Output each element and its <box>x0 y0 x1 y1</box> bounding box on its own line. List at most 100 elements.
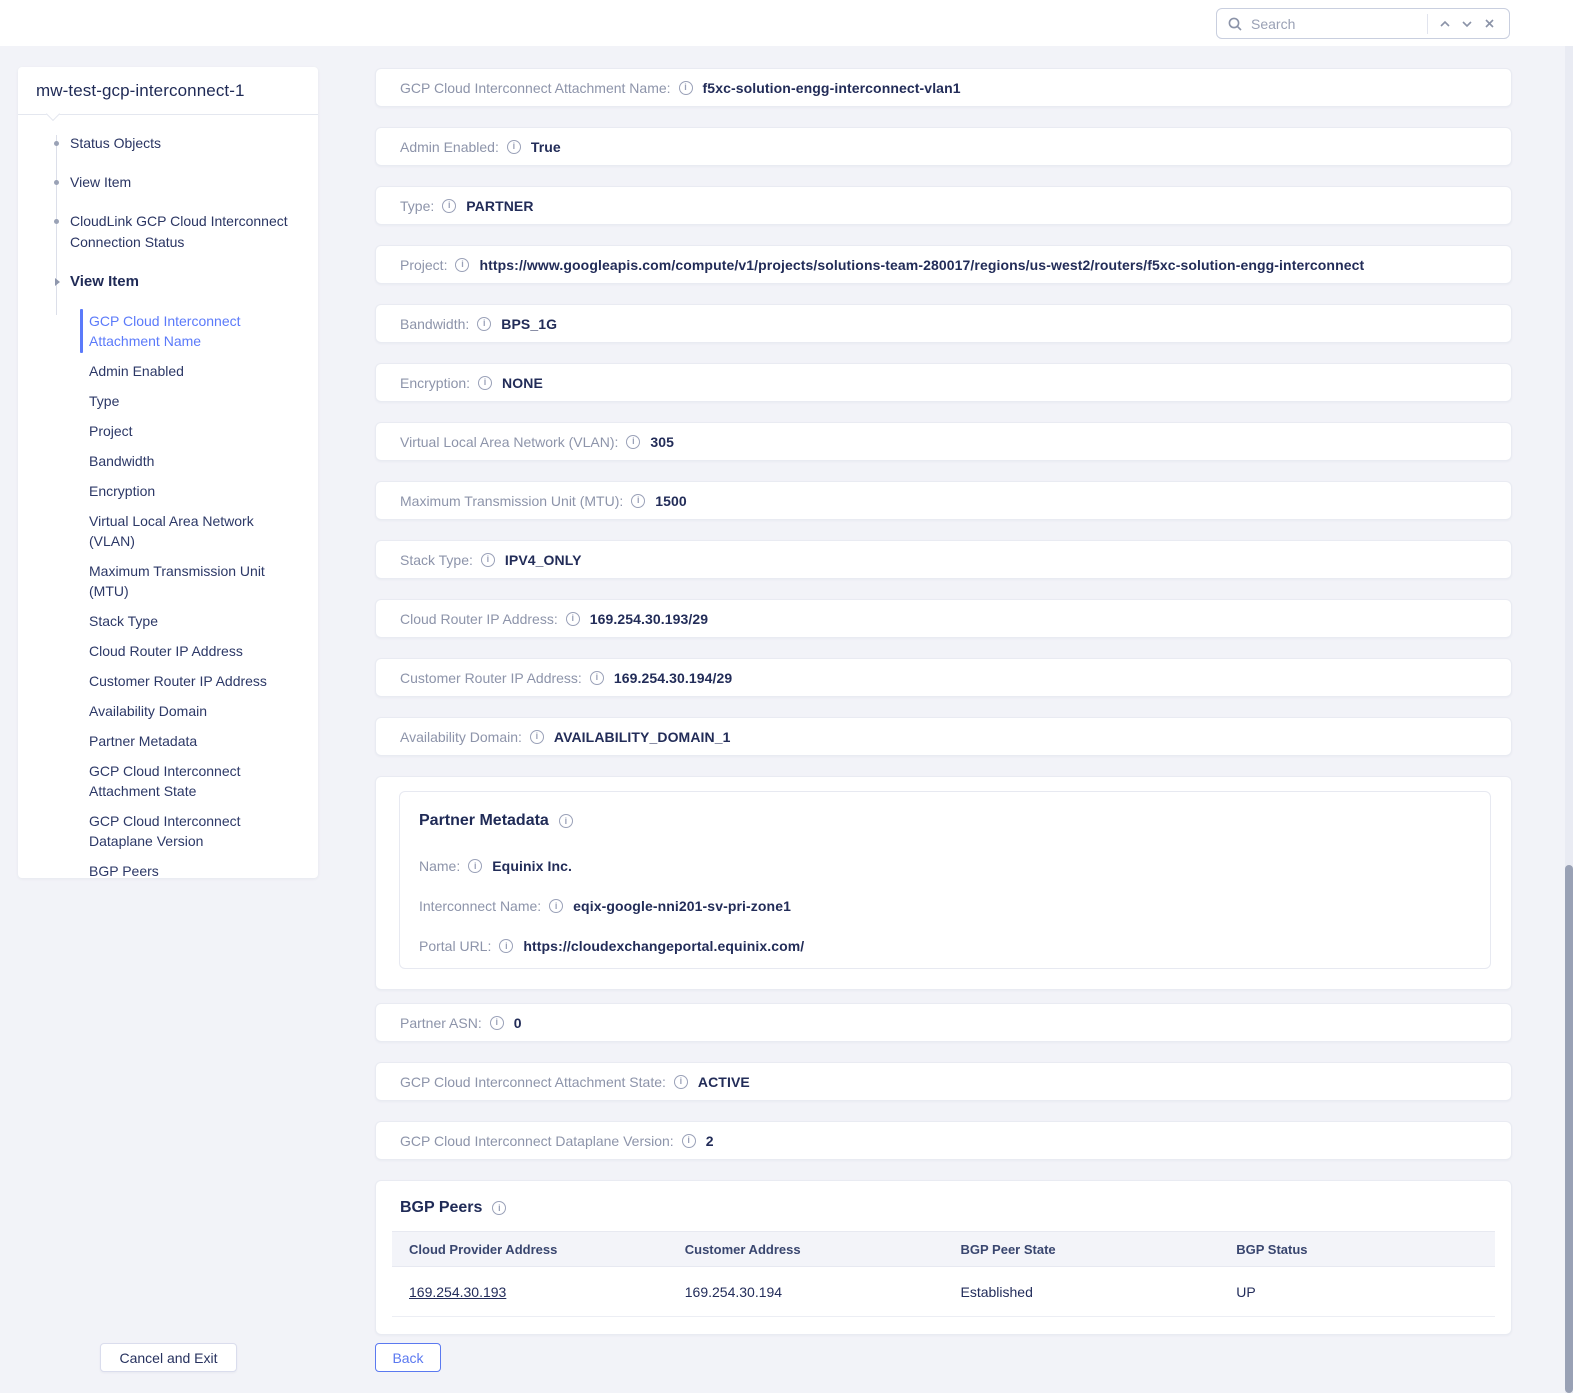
info-icon[interactable]: i <box>549 899 563 913</box>
field-label: Admin Enabled: <box>400 139 499 155</box>
sidebar-subitem[interactable]: Partner Metadata <box>89 731 302 751</box>
info-icon[interactable]: i <box>442 199 456 213</box>
sidebar-subitem[interactable]: Virtual Local Area Network (VLAN) <box>89 511 302 551</box>
info-icon[interactable]: i <box>674 1075 688 1089</box>
sidebar-subitem[interactable]: Cloud Router IP Address <box>89 641 302 661</box>
info-icon[interactable]: i <box>499 939 513 953</box>
info-icon[interactable]: i <box>566 612 580 626</box>
field-row: Admin Enabled:iTrue <box>375 127 1512 166</box>
sidebar-item-label: View Item <box>70 174 131 190</box>
sidebar-subitem-label: Availability Domain <box>89 703 207 719</box>
field-label: Project: <box>400 257 447 273</box>
sidebar-subitem-label: Virtual Local Area Network (VLAN) <box>89 513 254 549</box>
field-label: GCP Cloud Interconnect Attachment Name: <box>400 80 671 96</box>
info-icon[interactable]: i <box>468 859 482 873</box>
field-label: Maximum Transmission Unit (MTU): <box>400 493 623 509</box>
sidebar-subitem[interactable]: Project <box>89 421 302 441</box>
sidebar-subitem[interactable]: Admin Enabled <box>89 361 302 381</box>
tree-bullet-icon <box>54 141 59 146</box>
field-row: Virtual Local Area Network (VLAN):i305 <box>375 422 1512 461</box>
sidebar-subitem[interactable]: Stack Type <box>89 611 302 631</box>
search-divider <box>1427 14 1428 34</box>
field-value: 169.254.30.193/29 <box>590 611 708 627</box>
field-row: Interconnect Name: i eqix-google-nni201-sv… <box>419 886 1470 926</box>
search-prev-button[interactable] <box>1434 12 1456 36</box>
info-icon[interactable]: i <box>631 494 645 508</box>
info-icon[interactable]: i <box>481 553 495 567</box>
bgp-column-header: Customer Address <box>668 1242 944 1257</box>
field-value: BPS_1G <box>501 316 557 332</box>
field-label: Interconnect Name: <box>419 898 541 914</box>
sidebar-subitem[interactable]: GCP Cloud Interconnect Dataplane Version <box>89 811 302 851</box>
field-row: Cloud Router IP Address: i 169.254.30.193/… <box>375 599 1512 638</box>
field-row: Project:ihttps://www.googleapis.com/comp… <box>375 245 1512 284</box>
bgp-cloud-provider-address-link[interactable]: 169.254.30.193 <box>392 1284 668 1300</box>
info-icon[interactable]: i <box>478 376 492 390</box>
sidebar-subitem[interactable]: Encryption <box>89 481 302 501</box>
info-icon[interactable]: i <box>682 1134 696 1148</box>
field-row: Availability Domain:iAVAILABILITY_DOMAIN… <box>375 717 1512 756</box>
app-window: mw-test-gcp-interconnect-1 Status Object… <box>0 0 1573 1393</box>
search-close-button[interactable] <box>1479 12 1501 36</box>
field-value: Equinix Inc. <box>492 858 572 874</box>
field-value: f5xc-solution-engg-interconnect-vlan1 <box>703 80 961 96</box>
info-icon[interactable]: i <box>507 140 521 154</box>
top-bar <box>0 0 1573 46</box>
info-icon[interactable]: i <box>455 258 469 272</box>
sidebar-subitem[interactable]: Type <box>89 391 302 411</box>
sidebar-item[interactable]: View Item <box>34 172 302 193</box>
bgp-peers-title: BGP Peers <box>400 1199 482 1217</box>
info-icon[interactable]: i <box>530 730 544 744</box>
field-value: 169.254.30.194/29 <box>614 670 732 686</box>
table-row: 169.254.30.193169.254.30.194EstablishedU… <box>392 1267 1495 1317</box>
vertical-scrollbar-thumb[interactable] <box>1565 865 1573 1393</box>
search-next-button[interactable] <box>1456 12 1478 36</box>
search-box[interactable] <box>1216 8 1510 39</box>
sidebar-item[interactable]: CloudLink GCP Cloud Interconnect Connect… <box>34 211 302 253</box>
info-icon[interactable]: i <box>626 435 640 449</box>
sidebar-subitem[interactable]: GCP Cloud Interconnect Attachment Name <box>89 311 302 351</box>
field-value: 2 <box>706 1133 714 1149</box>
field-row: Stack Type:iIPV4_ONLY <box>375 540 1512 579</box>
sidebar-subtree: GCP Cloud Interconnect Attachment Name Ad… <box>34 309 302 881</box>
close-icon <box>1483 17 1496 30</box>
sidebar-subitem[interactable]: Customer Router IP Address <box>89 671 302 691</box>
sidebar-item[interactable]: Status Objects <box>34 133 302 154</box>
field-value: ACTIVE <box>698 1074 750 1090</box>
info-icon[interactable]: i <box>490 1016 504 1030</box>
main-content: GCP Cloud Interconnect Attachment Name: i… <box>375 68 1512 1345</box>
field-value: eqix-google-nni201-sv-pri-zone1 <box>573 898 791 914</box>
sidebar-subitem[interactable]: Availability Domain <box>89 701 302 721</box>
bgp-peers-table: Cloud Provider AddressCustomer AddressBG… <box>392 1231 1495 1317</box>
cancel-and-exit-button[interactable]: Cancel and Exit <box>100 1343 237 1372</box>
field-value: PARTNER <box>466 198 533 214</box>
active-indicator-bar <box>80 309 83 353</box>
info-icon[interactable]: i <box>559 814 573 828</box>
bgp-cell: Established <box>944 1284 1220 1300</box>
sidebar-title: mw-test-gcp-interconnect-1 <box>34 81 302 101</box>
sidebar-subitem-label: Encryption <box>89 483 155 499</box>
field-label: Cloud Router IP Address: <box>400 611 558 627</box>
sidebar-item-label: View Item <box>70 273 139 290</box>
back-button[interactable]: Back <box>375 1343 441 1372</box>
bgp-cell: 169.254.30.194 <box>668 1284 944 1300</box>
sidebar-subitem[interactable]: GCP Cloud Interconnect Attachment State <box>89 761 302 801</box>
sidebar-subitem-label: GCP Cloud Interconnect Dataplane Version <box>89 813 241 849</box>
search-input[interactable] <box>1251 16 1421 32</box>
sidebar-subitem-label: Project <box>89 423 133 439</box>
sidebar-subitem[interactable]: Maximum Transmission Unit (MTU) <box>89 561 302 601</box>
field-label: Virtual Local Area Network (VLAN): <box>400 434 618 450</box>
sidebar-subitem-label: Stack Type <box>89 613 158 629</box>
info-icon[interactable]: i <box>590 671 604 685</box>
info-icon[interactable]: i <box>679 81 693 95</box>
partner-metadata-inner-card: Partner Metadata i Name:iEquinix Inc.Int… <box>399 791 1491 969</box>
info-icon[interactable]: i <box>477 317 491 331</box>
field-value: 1500 <box>655 493 687 509</box>
sidebar-item-label: CloudLink GCP Cloud Interconnect Connect… <box>70 213 288 250</box>
sidebar-subitem[interactable]: BGP Peers <box>89 861 302 881</box>
field-row: Portal URL:ihttps://cloudexchangeportal.… <box>419 926 1470 966</box>
sidebar-item-view-item-expanded[interactable]: View Item <box>34 271 302 293</box>
chevron-up-icon <box>1438 17 1452 31</box>
info-icon[interactable]: i <box>492 1201 506 1215</box>
sidebar-subitem[interactable]: Bandwidth <box>89 451 302 471</box>
